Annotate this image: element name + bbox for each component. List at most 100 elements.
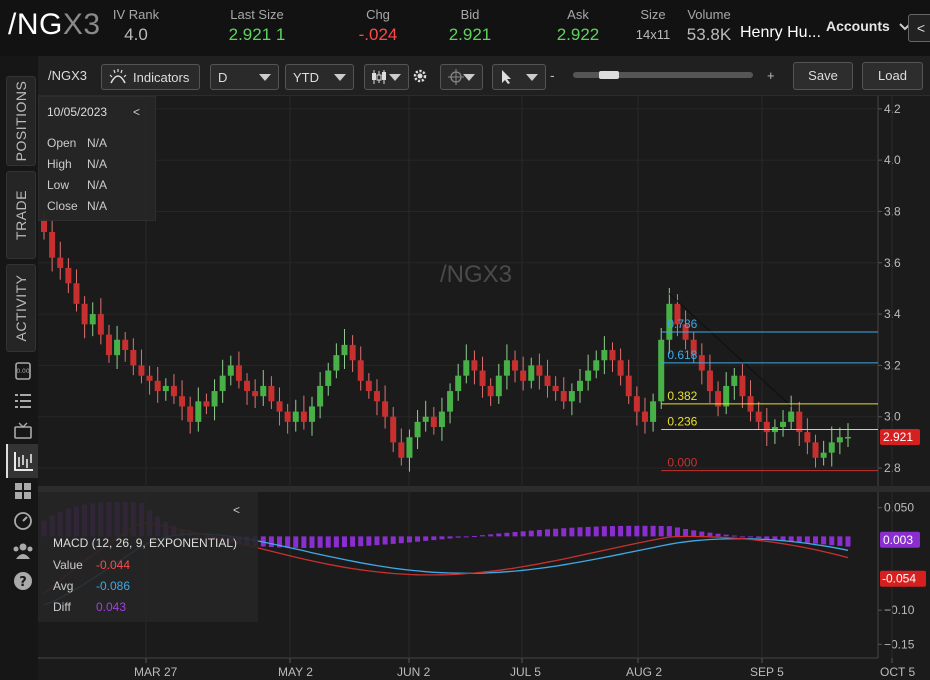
candle-body[interactable] xyxy=(97,314,104,335)
candle-body[interactable] xyxy=(49,231,56,258)
zoom-slider[interactable] xyxy=(573,71,753,79)
candle-body[interactable] xyxy=(609,350,616,361)
candle-body[interactable] xyxy=(390,416,397,443)
candle-body[interactable] xyxy=(617,360,624,376)
candle-body[interactable] xyxy=(536,365,543,376)
candle-body[interactable] xyxy=(568,391,575,402)
candle-body[interactable] xyxy=(162,385,169,392)
candle-body[interactable] xyxy=(438,411,445,427)
candle-body[interactable] xyxy=(463,360,470,376)
candle-body[interactable] xyxy=(235,365,242,381)
candle-body[interactable] xyxy=(577,380,583,392)
candle-body[interactable] xyxy=(89,314,96,325)
candle-body[interactable] xyxy=(154,380,161,392)
candle-body[interactable] xyxy=(495,375,502,397)
candle-body[interactable] xyxy=(65,267,72,284)
candle-body[interactable] xyxy=(430,416,437,427)
candle-body[interactable] xyxy=(528,365,535,381)
candle-body[interactable] xyxy=(706,370,713,392)
help-icon[interactable]: ? xyxy=(11,569,35,593)
candle-body[interactable] xyxy=(593,360,600,371)
range-select[interactable]: YTD xyxy=(285,64,354,90)
interval-select[interactable]: D xyxy=(210,64,279,90)
collapse-header-button[interactable]: < xyxy=(908,14,930,42)
candle-body[interactable] xyxy=(633,396,640,412)
candle-body[interactable] xyxy=(195,401,202,422)
candle-body[interactable] xyxy=(244,380,251,392)
candle-body[interactable] xyxy=(138,365,145,376)
candle-body[interactable] xyxy=(447,391,454,412)
candle-body[interactable] xyxy=(276,401,283,412)
candle-body[interactable] xyxy=(130,350,137,366)
tab-positions[interactable]: POSITIONS xyxy=(6,76,36,166)
candle-body[interactable] xyxy=(422,416,429,422)
candle-body[interactable] xyxy=(114,339,121,356)
candle-body[interactable] xyxy=(804,432,811,443)
candle-body[interactable] xyxy=(763,421,770,433)
info-collapse-button[interactable]: < xyxy=(133,105,140,119)
candle-body[interactable] xyxy=(187,406,194,422)
candle-body[interactable] xyxy=(845,436,851,439)
candle-body[interactable] xyxy=(57,257,64,268)
candle-body[interactable] xyxy=(170,385,177,397)
candle-body[interactable] xyxy=(739,375,746,397)
zoom-out-button[interactable]: - xyxy=(550,67,555,83)
candle-body[interactable] xyxy=(512,360,519,371)
indicators-button[interactable]: Indicators xyxy=(101,64,200,90)
candle-body[interactable] xyxy=(828,442,835,453)
candle-body[interactable] xyxy=(544,375,551,386)
grid-icon[interactable] xyxy=(11,479,35,503)
candle-body[interactable] xyxy=(552,385,559,392)
active-chart-tab[interactable] xyxy=(6,444,38,478)
candle-body[interactable] xyxy=(203,401,210,407)
candle-body[interactable] xyxy=(406,437,413,458)
candle-body[interactable] xyxy=(382,401,389,417)
candle-body[interactable] xyxy=(227,365,234,376)
tv-icon[interactable] xyxy=(11,419,35,443)
candle-body[interactable] xyxy=(455,375,462,392)
candle-body[interactable] xyxy=(585,370,592,381)
candle-body[interactable] xyxy=(788,411,795,422)
candle-body[interactable] xyxy=(755,411,762,422)
candle-body[interactable] xyxy=(503,360,510,376)
candle-body[interactable] xyxy=(105,334,112,356)
candle-body[interactable] xyxy=(219,375,226,392)
candle-body[interactable] xyxy=(357,360,364,381)
candle-body[interactable] xyxy=(325,370,332,386)
candle-body[interactable] xyxy=(560,391,567,402)
candle-body[interactable] xyxy=(812,442,819,458)
community-icon[interactable] xyxy=(11,539,35,563)
candle-body[interactable] xyxy=(650,401,657,422)
save-button[interactable]: Save xyxy=(793,62,853,90)
candle-body[interactable] xyxy=(179,396,186,407)
drawing-tools-select[interactable] xyxy=(440,64,483,90)
candle-body[interactable] xyxy=(625,375,632,397)
candle-body[interactable] xyxy=(41,219,47,232)
candle-body[interactable] xyxy=(341,344,348,356)
candle-body[interactable] xyxy=(414,421,421,438)
candle-body[interactable] xyxy=(520,370,527,381)
candle-body[interactable] xyxy=(820,452,827,458)
candle-body[interactable] xyxy=(333,355,340,371)
gear-icon[interactable] xyxy=(412,68,428,84)
candle-body[interactable] xyxy=(146,375,153,381)
candle-body[interactable] xyxy=(780,421,787,427)
candle-body[interactable] xyxy=(836,437,843,443)
candle-body[interactable] xyxy=(122,339,129,351)
watchlist-icon[interactable]: 0.00 xyxy=(11,359,35,383)
toolbar-symbol[interactable]: /NGX3 xyxy=(48,68,87,83)
candle-body[interactable] xyxy=(317,385,324,407)
zoom-in-button[interactable]: + xyxy=(767,68,775,83)
macd-collapse-button[interactable]: < xyxy=(233,503,240,517)
candle-body[interactable] xyxy=(601,350,608,361)
candle-body[interactable] xyxy=(487,385,494,397)
candle-body[interactable] xyxy=(641,411,648,422)
candle-body[interactable] xyxy=(723,385,730,407)
accounts-menu[interactable]: Accounts xyxy=(826,18,911,34)
candle-body[interactable] xyxy=(479,370,486,386)
candle-body[interactable] xyxy=(81,303,88,325)
list-icon[interactable] xyxy=(11,389,35,413)
candle-body[interactable] xyxy=(731,375,738,386)
candle-body[interactable] xyxy=(73,283,80,304)
load-button[interactable]: Load xyxy=(862,62,923,90)
